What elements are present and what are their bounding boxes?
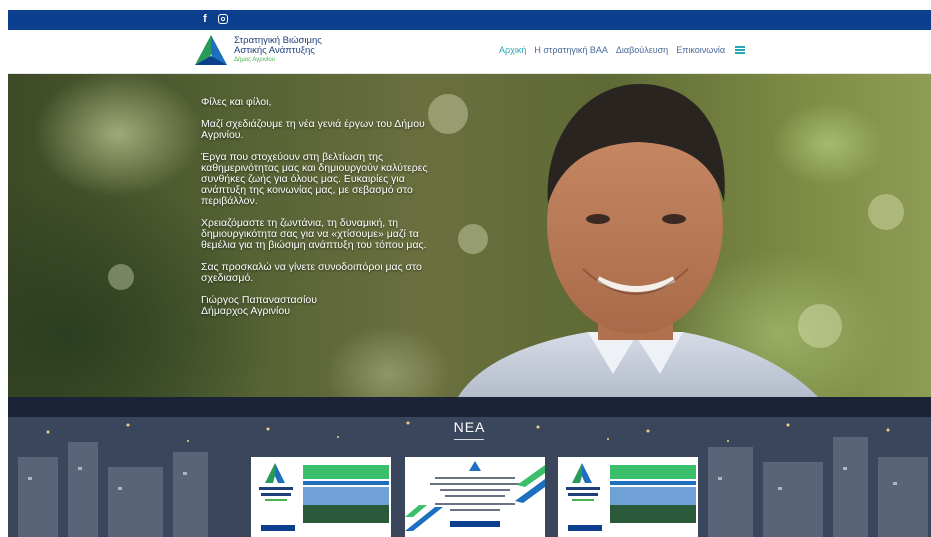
logo-line-3: Δήμος Αγρινίου	[234, 57, 275, 63]
nav-item-contact[interactable]: Επικοινωνία	[676, 45, 725, 55]
greeting-text: Φίλες και φίλοι,	[201, 96, 272, 108]
logo-text: Στρατηγική Βιώσιμης Αστικής Ανάπτυξης Δή…	[234, 36, 322, 64]
signature-title: Δήμαρχος Αγρινίου	[201, 305, 290, 317]
message-paragraph-2: Έργα που στοχεύουν στη βελτίωση της καθη…	[201, 151, 428, 207]
site-header: Στρατηγική Βιώσιμης Αστικής Ανάπτυξης Δή…	[8, 30, 931, 74]
facebook-icon[interactable]: f	[198, 12, 212, 26]
nav-item-home[interactable]: Αρχική	[499, 45, 526, 55]
site-logo[interactable]: Στρατηγική Βιώσιμης Αστικής Ανάπτυξης Δή…	[194, 34, 322, 66]
message-paragraph-3: Χρειαζόμαστε τη ζωντάνια, τη δυναμική, τ…	[201, 217, 427, 251]
news-heading: ΝΕΑ	[453, 419, 486, 435]
news-card-image	[251, 457, 391, 537]
news-card-image	[405, 457, 545, 537]
news-heading-underline	[454, 439, 484, 440]
nav-item-strategy[interactable]: Η στρατηγική ΒΑΑ	[534, 45, 608, 55]
news-section: ΝΕΑ	[8, 397, 931, 537]
top-bar: f	[8, 10, 931, 30]
news-card[interactable]	[558, 457, 698, 537]
logo-line-2: Αστικής Ανάπτυξης	[234, 45, 315, 56]
news-card[interactable]	[251, 457, 391, 537]
news-card-image	[558, 457, 698, 537]
message-paragraph-1: Μαζί σχεδιάζουμε τη νέα γενιά έργων του …	[201, 118, 425, 141]
message-paragraph-4: Σας προσκαλώ να γίνετε συνοδοιπόροι μας …	[201, 261, 422, 284]
main-nav: Αρχική Η στρατηγική ΒΑΑ Διαβούλευση Επικ…	[499, 45, 746, 55]
welcome-message: Φίλες και φίλοι, Μαζί σχεδιάζουμε τη νέα…	[201, 97, 441, 317]
nav-item-consultation[interactable]: Διαβούλευση	[616, 45, 668, 55]
hero-section: Φίλες και φίλοι, Μαζί σχεδιάζουμε τη νέα…	[8, 74, 931, 397]
logo-mark-icon	[195, 35, 227, 65]
mayor-portrait-image	[458, 83, 818, 397]
hamburger-icon[interactable]	[735, 46, 746, 54]
bokeh-light	[868, 194, 904, 230]
social-links: f	[198, 12, 228, 26]
instagram-icon[interactable]	[218, 14, 228, 24]
news-card[interactable]	[405, 457, 545, 537]
bokeh-light	[108, 264, 134, 290]
